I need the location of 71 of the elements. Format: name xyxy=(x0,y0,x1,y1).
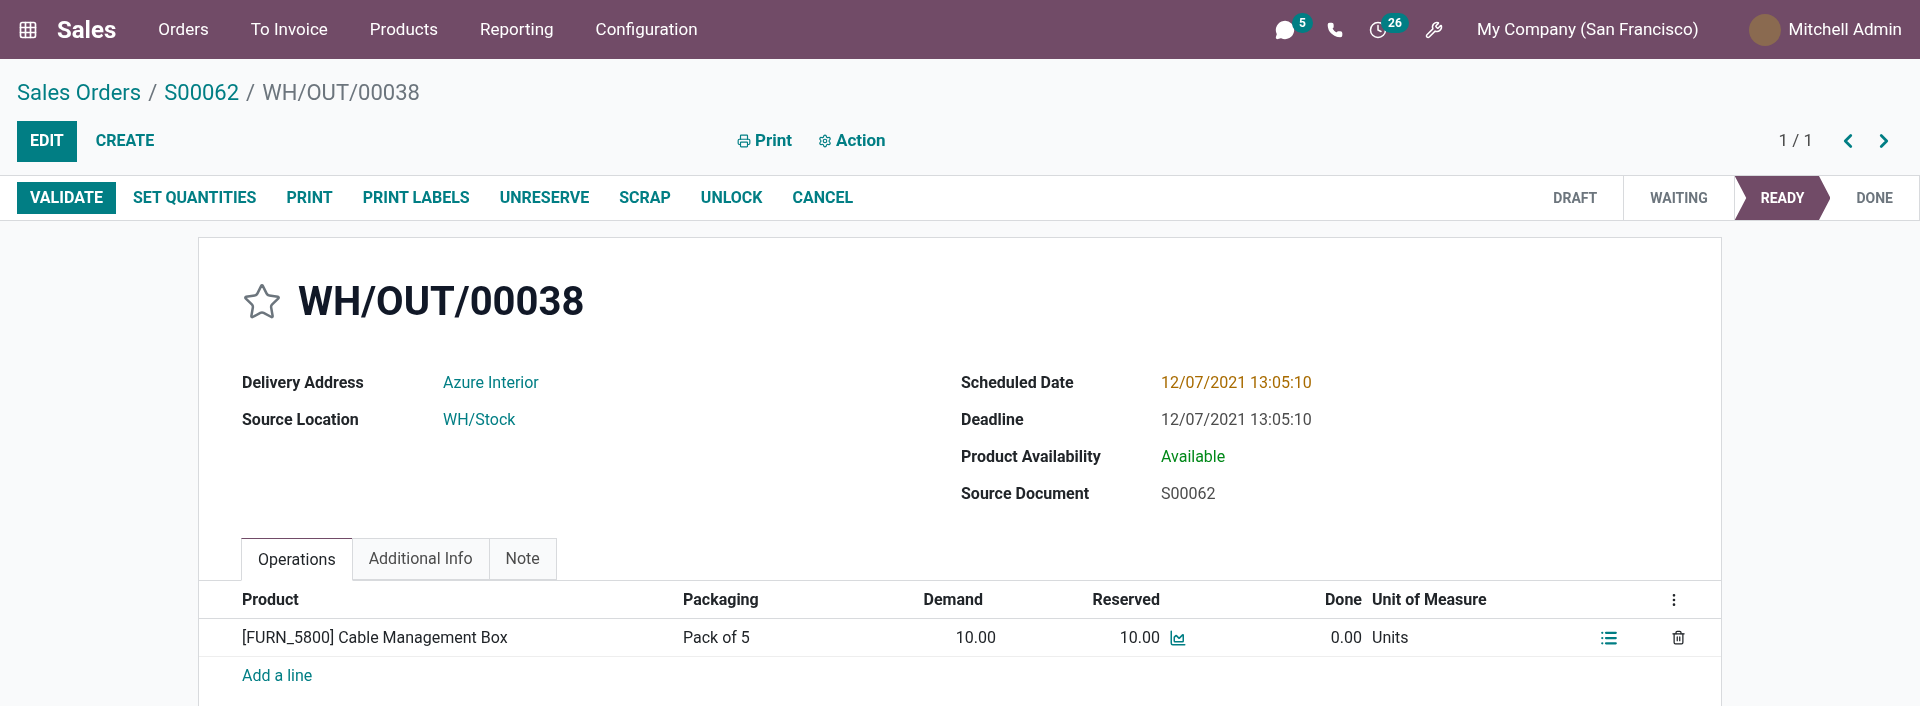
breadcrumb-link[interactable]: Sales Orders xyxy=(17,76,142,109)
delete-icon[interactable] xyxy=(1671,630,1686,645)
column-header[interactable]: Unit of Measure xyxy=(1372,587,1652,612)
menu-item[interactable]: Orders xyxy=(137,16,230,43)
field-value: Available xyxy=(1161,445,1226,468)
table-cell-text: Units xyxy=(1372,626,1410,649)
tab[interactable]: Operations xyxy=(241,538,353,581)
count-badge: 5 xyxy=(1292,12,1313,33)
table-cell-text: 10.00 xyxy=(1118,626,1160,649)
count-badge: 26 xyxy=(1381,12,1409,33)
header-button[interactable]: PRINT xyxy=(273,182,346,214)
field-value[interactable]: WH/Stock xyxy=(443,407,516,432)
field-label: Deadline xyxy=(961,408,1025,431)
field-label: Product Availability xyxy=(961,445,1102,468)
field-label: Source Document xyxy=(961,482,1091,505)
column-header[interactable]: Reserved xyxy=(983,587,1160,612)
chat-icon[interactable] xyxy=(1275,19,1296,40)
column-header[interactable]: Packaging xyxy=(683,587,843,612)
tab[interactable]: Note xyxy=(488,538,557,580)
header-button[interactable]: UNRESERVE xyxy=(486,182,603,214)
table-cell-text: [FURN_5800] Cable Management Box xyxy=(242,626,509,649)
header-button[interactable]: UNLOCK xyxy=(687,182,776,214)
status-step[interactable]: WAITING xyxy=(1624,176,1735,220)
add-line-link[interactable]: Add a line xyxy=(242,664,313,688)
breadcrumb-current: WH/OUT/00038 xyxy=(262,79,420,107)
status-step[interactable]: DONE xyxy=(1830,176,1920,220)
dropdown-toggle[interactable]: Print xyxy=(737,128,792,154)
table-cell-text: Pack of 5 xyxy=(683,626,751,649)
edit-button[interactable]: EDIT xyxy=(17,120,77,162)
menu-item[interactable]: Reporting xyxy=(459,16,575,43)
create-button[interactable]: CREATE xyxy=(82,120,168,162)
tools-icon[interactable] xyxy=(1425,20,1444,39)
clock-icon[interactable] xyxy=(1369,20,1388,39)
gear-icon xyxy=(817,134,832,148)
dropdown-toggle[interactable]: Action xyxy=(817,128,886,154)
breadcrumb-link[interactable]: S00062 xyxy=(164,76,240,109)
menu-item[interactable]: Products xyxy=(348,16,460,43)
column-header[interactable]: Demand xyxy=(843,587,983,612)
field-label: Scheduled Date xyxy=(961,371,1075,394)
column-header[interactable]: Product xyxy=(242,587,683,612)
user-menu[interactable]: Mitchell Admin xyxy=(1788,16,1902,43)
header-button[interactable]: CANCEL xyxy=(779,182,867,214)
header-button[interactable]: SET QUANTITIES xyxy=(119,182,270,214)
table-cell-text: 0.00 xyxy=(1329,626,1362,649)
breadcrumb-separator: / xyxy=(246,79,256,107)
record-title: WH/OUT/00038 xyxy=(298,277,585,327)
menu-item[interactable]: To Invoice xyxy=(229,16,349,43)
printer-icon xyxy=(737,134,751,148)
status-step[interactable]: READY xyxy=(1734,176,1831,220)
field-value: 12/07/2021 13:05:10 xyxy=(1161,371,1312,394)
phone-icon[interactable] xyxy=(1327,21,1344,38)
status-step[interactable]: DRAFT xyxy=(1527,176,1625,220)
company-switcher[interactable]: My Company (San Francisco) xyxy=(1477,16,1699,43)
menu-item[interactable]: Configuration xyxy=(574,16,719,43)
header-button[interactable]: VALIDATE xyxy=(17,182,116,214)
header-button[interactable]: SCRAP xyxy=(606,182,684,214)
field-value: S00062 xyxy=(1161,482,1216,505)
app-name[interactable]: Sales xyxy=(57,11,117,48)
field-label: Source Location xyxy=(242,408,360,431)
header-button[interactable]: PRINT LABELS xyxy=(349,182,483,214)
field-value[interactable]: Azure Interior xyxy=(443,370,539,395)
breadcrumb-separator: / xyxy=(148,79,158,107)
pager-value: 1 / 1 xyxy=(1778,129,1813,153)
table-row[interactable]: [FURN_5800] Cable Management Box Pack of 5 10.00 10.00 0.00 Units xyxy=(199,619,1721,657)
apps-menu-icon[interactable] xyxy=(18,19,38,40)
tab[interactable]: Additional Info xyxy=(351,538,490,580)
field-value: 12/07/2021 13:05:10 xyxy=(1161,408,1312,431)
forecast-chart-icon[interactable] xyxy=(1168,628,1188,647)
field-label: Delivery Address xyxy=(242,371,365,394)
column-header[interactable]: Done xyxy=(1160,587,1362,612)
table-cell-text: 10.00 xyxy=(954,626,996,649)
